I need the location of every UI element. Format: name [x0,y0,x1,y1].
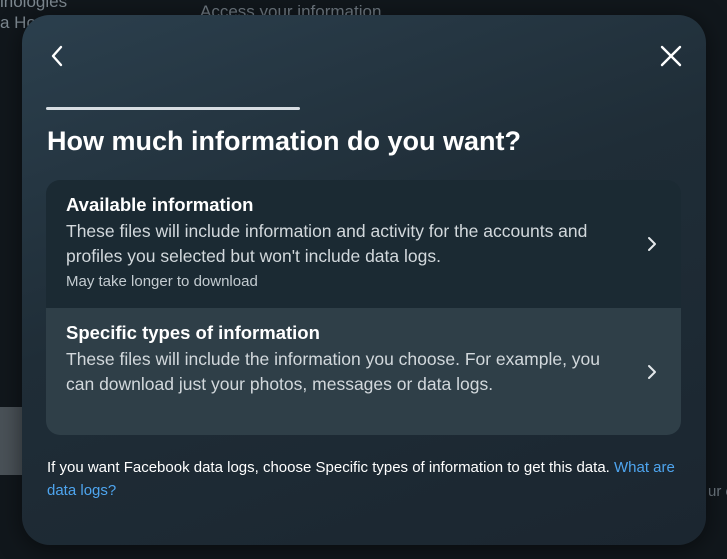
option-description: These files will include information and… [66,221,588,266]
dialog-title: How much information do you want? [47,126,521,156]
footer-note: If you want Facebook data logs, choose S… [47,456,677,502]
background-text: inologies [0,0,68,11]
option-description: These files will include the information… [66,349,601,394]
footer-text: If you want Facebook data logs, choose S… [47,459,610,476]
background-text: ur e [708,483,727,500]
background-panel [0,407,22,475]
option-title: Specific types of information [66,322,320,343]
chevron-left-icon [51,45,63,67]
information-options-list: Available information These files will i… [46,180,681,435]
step-progress-bar [46,107,300,110]
close-button[interactable] [653,38,689,74]
chevron-right-icon [645,363,659,381]
chevron-right-icon [645,235,659,253]
option-available-information[interactable]: Available information These files will i… [46,180,681,308]
download-information-dialog: How much information do you want? Availa… [22,15,706,545]
back-button[interactable] [39,38,75,74]
option-specific-types[interactable]: Specific types of information These file… [46,308,681,435]
close-icon [660,45,682,67]
option-title: Available information [66,194,254,215]
option-note: May take longer to download [66,273,258,290]
